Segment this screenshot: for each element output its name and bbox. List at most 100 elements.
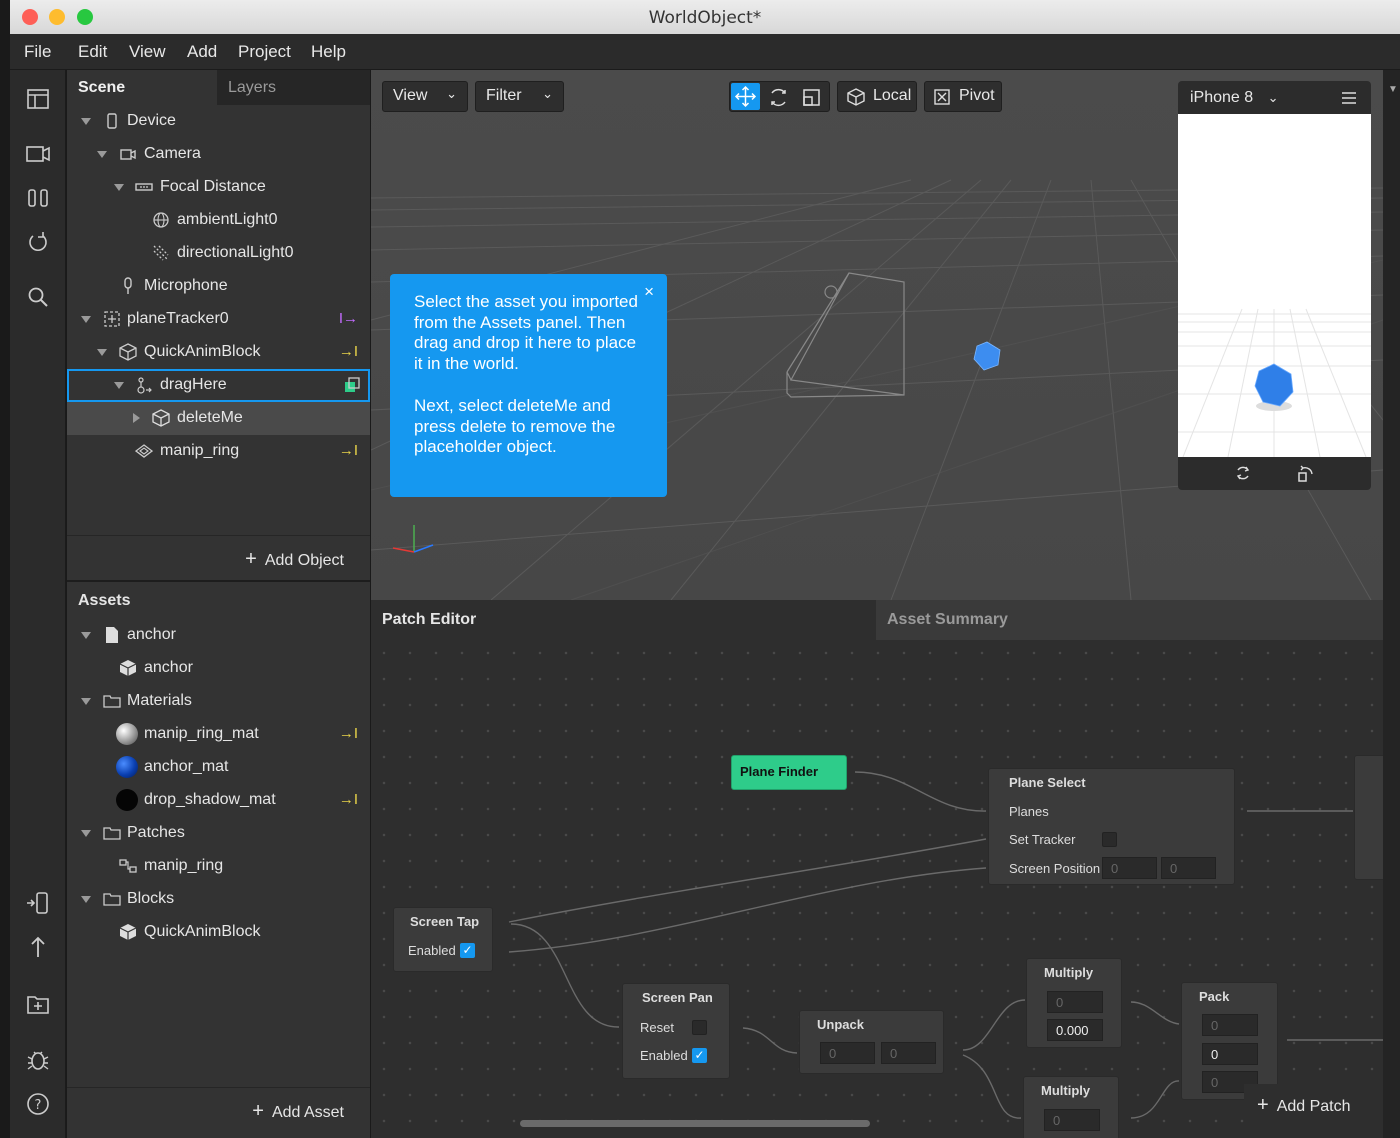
pack-input-y[interactable]: 0 (1202, 1043, 1258, 1065)
action-icon[interactable]: →I (339, 343, 358, 360)
asset-item-manip-ring-mat[interactable]: manip_ring_mat →I (67, 718, 370, 751)
device-screen[interactable] (1178, 114, 1371, 457)
scene-item-ambient-light[interactable]: ambientLight0 (67, 204, 370, 237)
collapse-icon[interactable] (81, 316, 91, 323)
menu-add[interactable]: Add (187, 42, 217, 62)
multiply-input-a[interactable]: 0 (1044, 1109, 1100, 1131)
collapse-icon[interactable] (81, 118, 91, 125)
scale-tool-icon[interactable] (798, 84, 825, 111)
scene-item-camera[interactable]: Camera (67, 138, 370, 171)
patch-unpack[interactable]: Unpack 0 0 (799, 1010, 944, 1074)
screen-position-x-field[interactable]: 0 (1102, 857, 1157, 879)
patch-multiply[interactable]: Multiply 0 0.000 (1026, 958, 1122, 1048)
asset-folder-blocks[interactable]: Blocks (67, 883, 370, 916)
unpack-x-field[interactable]: 0 (820, 1042, 875, 1064)
add-folder-icon[interactable] (24, 990, 52, 1018)
add-patch-button[interactable]: + Add Patch (1244, 1084, 1377, 1124)
scene-item-deleteme[interactable]: deleteMe (67, 402, 370, 435)
cube-icon (847, 88, 865, 106)
chevron-down-icon[interactable]: ▼ (1388, 84, 1398, 95)
patch-screen-pan[interactable]: Screen Pan Reset Enabled ✓ (622, 983, 730, 1079)
reset-checkbox[interactable] (692, 1020, 707, 1035)
tab-layers[interactable]: Layers (217, 70, 370, 105)
add-object-button[interactable]: + Add Object (245, 548, 344, 571)
pack-input-x[interactable]: 0 (1202, 1014, 1258, 1036)
horizontal-scrollbar[interactable] (520, 1120, 870, 1127)
patch-multiply[interactable]: Multiply 0 (1023, 1076, 1119, 1138)
asset-item-manip-ring-patch[interactable]: manip_ring (67, 850, 370, 883)
scene-item-focal-distance[interactable]: Focal Distance (67, 171, 370, 204)
expand-icon[interactable] (133, 413, 140, 423)
menu-icon[interactable] (1341, 91, 1357, 105)
action-icon[interactable]: I→ (339, 310, 358, 327)
scene-item-device[interactable]: Device (67, 105, 370, 138)
collapse-icon[interactable] (114, 382, 124, 389)
asset-folder-materials[interactable]: Materials (67, 685, 370, 718)
tab-patch-editor[interactable]: Patch Editor (371, 600, 876, 640)
menu-file[interactable]: File (24, 42, 51, 62)
close-icon[interactable]: × (644, 282, 654, 303)
patch-plane-select[interactable]: Plane Select Planes Set Tracker Screen P… (988, 768, 1235, 885)
collapse-icon[interactable] (97, 349, 107, 356)
asset-item-drop-shadow-mat[interactable]: drop_shadow_mat →I (67, 784, 370, 817)
collapse-icon[interactable] (97, 151, 107, 158)
scene-item-directional-light[interactable]: directionalLight0 (67, 237, 370, 270)
move-tool-button[interactable] (731, 83, 760, 110)
scene-item-microphone[interactable]: Microphone (67, 270, 370, 303)
scene-item-draghere[interactable]: dragHere (67, 369, 370, 402)
action-icon[interactable]: →I (339, 725, 358, 742)
device-selector[interactable]: iPhone 8 ⌄ (1190, 89, 1279, 107)
refresh-icon[interactable] (24, 228, 52, 256)
scene-item-quickanimblock[interactable]: QuickAnimBlock →I (67, 336, 370, 369)
collapse-icon[interactable] (81, 896, 91, 903)
collapse-icon[interactable] (81, 830, 91, 837)
scene-item-plane-tracker[interactable]: planeTracker0 I→ (67, 303, 370, 336)
patch-plane-finder[interactable]: Plane Finder (731, 755, 847, 790)
add-child-icon[interactable] (343, 376, 361, 394)
filter-dropdown[interactable]: Filter ⌄ (475, 81, 564, 112)
patch-pack[interactable]: Pack 0 0 0 (1181, 982, 1278, 1100)
video-icon[interactable] (24, 140, 52, 168)
pivot-toggle-button[interactable]: Pivot (924, 81, 1002, 112)
enabled-checkbox[interactable]: ✓ (692, 1048, 707, 1063)
screen-position-y-field[interactable]: 0 (1161, 857, 1216, 879)
multiply-input-a[interactable]: 0 (1047, 991, 1103, 1013)
asset-folder-anchor[interactable]: anchor (67, 619, 370, 652)
collapse-icon[interactable] (81, 632, 91, 639)
tab-scene[interactable]: Scene (67, 70, 217, 105)
simulator-icon[interactable] (24, 184, 52, 212)
unpack-y-field[interactable]: 0 (881, 1042, 936, 1064)
rotate-tool-icon[interactable] (765, 84, 792, 111)
collapse-icon[interactable] (81, 698, 91, 705)
bug-icon[interactable] (24, 1046, 52, 1074)
search-icon[interactable] (24, 283, 52, 311)
multiply-input-b[interactable]: 0.000 (1047, 1019, 1103, 1041)
help-icon[interactable]: ? (24, 1090, 52, 1118)
menu-edit[interactable]: Edit (78, 42, 107, 62)
tab-asset-summary[interactable]: Asset Summary (876, 600, 1383, 640)
enabled-checkbox[interactable]: ✓ (460, 943, 475, 958)
asset-folder-patches[interactable]: Patches (67, 817, 370, 850)
patch-screen-tap[interactable]: Screen Tap Enabled ✓ (393, 907, 493, 972)
add-asset-button[interactable]: + Add Asset (252, 1100, 344, 1123)
flip-camera-icon[interactable] (1234, 464, 1252, 482)
asset-item-quickanimblock[interactable]: QuickAnimBlock (67, 916, 370, 949)
view-dropdown[interactable]: View ⌄ (382, 81, 468, 112)
rotate-device-icon[interactable] (1297, 464, 1315, 482)
menu-help[interactable]: Help (311, 42, 346, 62)
set-tracker-checkbox[interactable] (1102, 832, 1117, 847)
action-icon[interactable]: →I (339, 442, 358, 459)
local-toggle-button[interactable]: Local (837, 81, 917, 112)
patch-canvas[interactable]: Plane Finder Plane Select Planes Set Tra… (371, 640, 1383, 1138)
action-icon[interactable]: →I (339, 791, 358, 808)
menu-view[interactable]: View (129, 42, 166, 62)
layout-icon[interactable] (24, 85, 52, 113)
send-to-device-icon[interactable] (24, 889, 52, 917)
menu-project[interactable]: Project (238, 42, 291, 62)
patch-offscreen-node[interactable] (1354, 755, 1383, 880)
collapse-icon[interactable] (114, 184, 124, 191)
asset-item-anchor-mat[interactable]: anchor_mat (67, 751, 370, 784)
upload-icon[interactable] (24, 933, 52, 961)
asset-item-anchor-mesh[interactable]: anchor (67, 652, 370, 685)
scene-item-manip-ring[interactable]: manip_ring →I (67, 435, 370, 468)
